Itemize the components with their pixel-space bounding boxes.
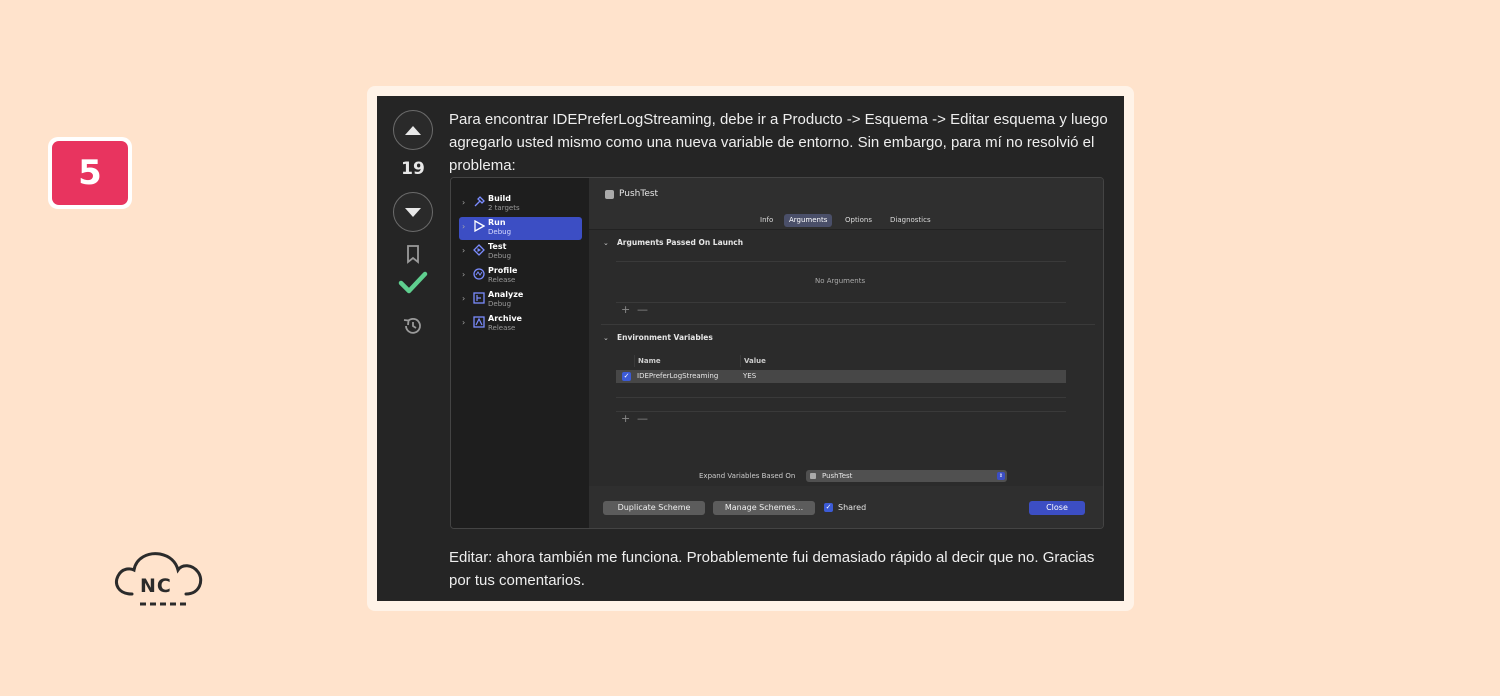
accepted-check-icon <box>398 271 428 294</box>
divider <box>616 261 1066 262</box>
add-env-button[interactable]: + <box>621 412 630 425</box>
scheme-action-analyze[interactable]: › Analyze Debug <box>459 289 582 312</box>
scheme-editor: PushTest Info Arguments Options Diagnost… <box>589 178 1103 528</box>
remove-argument-button[interactable]: — <box>637 303 648 316</box>
chevron-right-icon[interactable]: › <box>462 222 465 231</box>
env-enabled-checkbox[interactable]: ✓ <box>622 372 631 381</box>
arrow-up-icon <box>405 125 421 135</box>
col-separator <box>634 355 635 367</box>
step-number: 5 <box>52 141 128 205</box>
tab-options[interactable]: Options <box>840 214 877 227</box>
divider <box>601 324 1095 325</box>
col-separator <box>740 355 741 367</box>
scheme-action-subtitle: Release <box>488 324 516 332</box>
env-var-name[interactable]: IDEPreferLogStreaming <box>637 372 718 380</box>
scheme-action-subtitle: Debug <box>488 228 512 236</box>
chevron-down-icon[interactable]: ⌄ <box>603 239 609 247</box>
answer-paragraph-1: Para encontrar IDEPreferLogStreaming, de… <box>449 111 1108 174</box>
scheme-title: PushTest <box>619 189 659 199</box>
archive-icon <box>473 316 485 328</box>
scheme-action-title: Profile <box>488 266 518 275</box>
tab-diagnostics[interactable]: Diagnostics <box>885 214 936 227</box>
scheme-action-archive[interactable]: › Archive Release <box>459 313 582 336</box>
scheme-action-build[interactable]: › Build 2 targets <box>459 193 582 216</box>
tab-arguments[interactable]: Arguments <box>784 214 833 227</box>
upvote-button[interactable] <box>393 110 433 150</box>
bookmark-icon[interactable] <box>402 244 424 264</box>
analyze-icon <box>473 292 485 304</box>
scheme-footer: Duplicate Scheme Manage Schemes... ✓ Sha… <box>589 486 1103 528</box>
scheme-action-run[interactable]: › Run Debug <box>459 217 582 240</box>
scheme-action-title: Analyze <box>488 290 524 299</box>
expand-variables-value: PushTest <box>822 472 853 480</box>
scheme-action-title: Archive <box>488 314 522 323</box>
play-icon <box>474 220 485 232</box>
col-value-header: Value <box>744 357 766 365</box>
env-variable-row[interactable]: ✓ IDEPreferLogStreaming YES <box>616 370 1066 383</box>
args-section-title: Arguments Passed On Launch <box>617 238 744 247</box>
duplicate-scheme-button[interactable]: Duplicate Scheme <box>603 501 705 515</box>
manage-schemes-button[interactable]: Manage Schemes... <box>713 501 815 515</box>
scheme-action-subtitle: 2 targets <box>488 204 520 212</box>
scheme-action-subtitle: Debug <box>488 252 512 260</box>
history-icon[interactable] <box>402 315 424 337</box>
downvote-button[interactable] <box>393 192 433 232</box>
chevron-right-icon[interactable]: › <box>462 246 465 255</box>
scheme-titlebar: PushTest <box>589 178 1103 210</box>
chevron-right-icon[interactable]: › <box>462 198 465 207</box>
env-var-value[interactable]: YES <box>743 372 756 380</box>
gauge-icon <box>473 268 485 280</box>
step-badge: 5 <box>48 137 132 209</box>
logo-text: NC <box>140 575 172 597</box>
scheme-action-title: Test <box>488 242 507 251</box>
chevron-right-icon[interactable]: › <box>462 294 465 303</box>
scheme-action-subtitle: Release <box>488 276 516 284</box>
scheme-action-subtitle: Debug <box>488 300 512 308</box>
tab-info[interactable]: Info <box>755 214 778 227</box>
no-arguments-label: No Arguments <box>815 277 866 285</box>
divider <box>616 302 1066 303</box>
scheme-tabs: Info Arguments Options Diagnostics <box>589 210 1103 230</box>
remove-env-button[interactable]: — <box>637 412 648 425</box>
stepper-icon: ⇕ <box>997 472 1005 480</box>
chevron-down-icon[interactable]: ⌄ <box>603 334 609 342</box>
app-icon <box>605 190 614 199</box>
scheme-action-title: Build <box>488 194 512 203</box>
divider <box>616 411 1066 412</box>
env-section-title: Environment Variables <box>617 333 713 342</box>
chevron-right-icon[interactable]: › <box>462 318 465 327</box>
divider <box>616 397 1066 398</box>
shared-label: Shared <box>838 503 867 512</box>
answer-post: 19 Para encontrar IDEPreferLogStreaming,… <box>377 96 1124 601</box>
expand-variables-select[interactable]: PushTest ⇕ <box>806 470 1007 482</box>
arrow-down-icon <box>405 207 421 217</box>
diamond-icon <box>473 244 485 256</box>
scheme-action-title: Run <box>488 218 506 227</box>
hammer-icon <box>474 196 485 207</box>
shared-checkbox[interactable]: ✓ <box>824 503 833 512</box>
scheme-action-test[interactable]: › Test Debug <box>459 241 582 264</box>
col-name-header: Name <box>638 357 661 365</box>
expand-variables-label: Expand Variables Based On <box>699 472 796 480</box>
vote-count: 19 <box>401 159 425 179</box>
add-argument-button[interactable]: + <box>621 303 630 316</box>
chevron-right-icon[interactable]: › <box>462 270 465 279</box>
scheme-action-profile[interactable]: › Profile Release <box>459 265 582 288</box>
close-button[interactable]: Close <box>1029 501 1085 515</box>
answer-paragraph-2: Editar: ahora también me funciona. Proba… <box>449 549 1095 589</box>
vote-column: 19 <box>377 96 449 601</box>
scheme-sidebar: › Build 2 targets › Run Debug › Test Debug › Profi… <box>451 178 589 528</box>
xcode-scheme-screenshot: › Build 2 targets › Run Debug › Test Debug › Profi… <box>450 177 1104 529</box>
app-icon <box>810 473 816 479</box>
nc-cloud-logo: NC <box>112 548 206 612</box>
